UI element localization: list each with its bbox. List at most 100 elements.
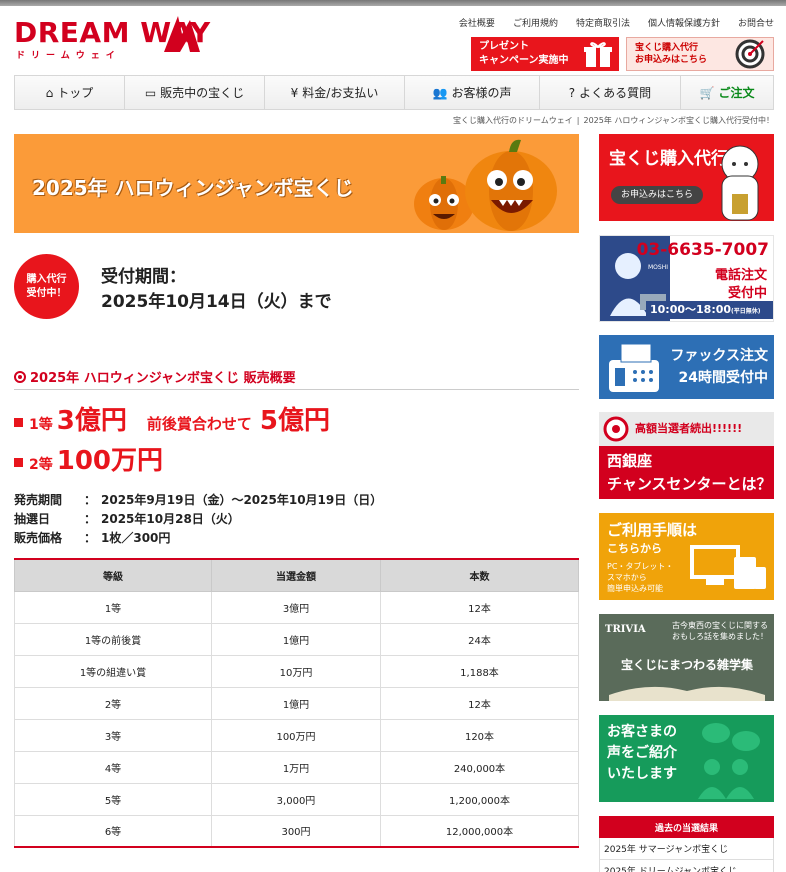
- sb2-hours-bar: 10:00～18:00(平日無休): [646, 301, 773, 319]
- sale-info: 発売期間 ： 2025年9月19日（金）～2025年10月19日（日） 抽選日 ： 20…: [14, 491, 382, 548]
- link-privacy[interactable]: 個人情報保護方針: [639, 16, 729, 29]
- cell-rank: 3等: [14, 718, 212, 752]
- nav-lottery-on-sale[interactable]: ▭ 販売中の宝くじ: [125, 76, 265, 109]
- sb5-line2: こちらから: [607, 542, 662, 555]
- card-icon: ▭: [144, 85, 157, 100]
- order-banner-line2: お申込みはこちら: [635, 55, 708, 65]
- sb4-line3: チャンスセンターとは？: [607, 475, 772, 493]
- info-row: 販売価格 ： 1枚／300円: [14, 529, 382, 548]
- sb2-line2: 受付中: [727, 286, 767, 301]
- logo-flame-mark: [164, 16, 200, 52]
- nav-voices[interactable]: 👥 お客様の声: [405, 76, 540, 109]
- sb5-line1: ご利用手順は: [607, 521, 698, 539]
- sidebar-trivia-banner[interactable]: TRIVIA 古今東西の宝くじに関する おもしろ話を集めました！ 宝くじにまつわ…: [599, 614, 774, 701]
- info-sep: ：: [84, 512, 97, 526]
- prize-1-line: 1等 3億円 前後賞合わせて 5億円: [14, 400, 330, 437]
- nav-order[interactable]: 🛒 ご注文: [681, 76, 773, 109]
- present-banner-line1: プレゼント: [479, 41, 529, 52]
- col-count-header: 本数: [380, 559, 579, 592]
- sb6-line3: 宝くじにまつわる雑学集: [621, 658, 754, 672]
- past-result-item[interactable]: 2025年 サマージャンボ宝くじ: [599, 838, 774, 860]
- pumpkin-icon: [414, 139, 557, 231]
- nav-faq[interactable]: ? よくある質問: [540, 76, 681, 109]
- present-campaign-banner[interactable]: プレゼント キャンペーン実施中: [471, 37, 619, 71]
- cell-count: 120本: [380, 718, 579, 752]
- link-commerce-law[interactable]: 特定商取引法: [567, 16, 639, 29]
- table-row: 1等の前後賞 1億円 24本: [14, 622, 579, 656]
- sidebar-order-banner[interactable]: 宝くじ購入代行 お申込みはこちら: [599, 134, 774, 221]
- cart-icon: 🛒: [699, 85, 715, 100]
- sb5-line5: 簡単申込み可能: [607, 584, 663, 593]
- info-sep: ：: [84, 493, 97, 507]
- info-row: 発売期間 ： 2025年9月19日（金）～2025年10月19日（日）: [14, 491, 382, 510]
- nav-top[interactable]: ⌂ トップ: [15, 76, 125, 109]
- order-application-banner[interactable]: 宝くじ購入代行 お申込みはこちら: [626, 37, 774, 71]
- hero-title: 2025年 ハロウィンジャンボ宝くじ: [32, 176, 354, 200]
- present-banner-line2: キャンペーン実施中: [479, 55, 569, 66]
- sb2-line1: 電話注文: [714, 268, 767, 283]
- table-row: 4等 1万円 240,000本: [14, 750, 579, 784]
- fax-icon: [609, 343, 659, 392]
- nav-voices-label: お客様の声: [451, 86, 512, 100]
- summary-heading-text: 2025年 ハロウィンジャンボ宝くじ 販売概要: [30, 371, 296, 386]
- cell-amount: 1億円: [211, 686, 381, 720]
- cell-amount: 1万円: [211, 750, 381, 784]
- summary-heading: 2025年 ハロウィンジャンボ宝くじ 販売概要: [14, 364, 579, 390]
- sidebar-howto-banner[interactable]: ご利用手順は こちらから PC・タブレット・ スマホから 簡単申込み可能: [599, 513, 774, 600]
- info-key: 販売価格: [14, 531, 63, 545]
- sidebar-fax-banner[interactable]: ファックス注文 24時間受付中: [599, 335, 774, 399]
- table-header-row: 等級 当選金額 本数: [14, 559, 579, 592]
- past-result-item[interactable]: 2025年 ドリームジャンボ宝くじ: [599, 860, 774, 872]
- cell-count: 1,200,000本: [380, 782, 579, 816]
- sidebar-phone-banner[interactable]: MOSHI 03-6635-7007 電話注文 受付中 10:00～18:00(…: [599, 235, 774, 322]
- cell-rank: 1等の前後賞: [14, 622, 212, 656]
- sidebar-voices-banner[interactable]: お客さまの 声をご紹介 いたします: [599, 715, 774, 802]
- gift-icon: [584, 42, 612, 67]
- cell-rank: 6等: [14, 814, 212, 848]
- sb6-line2: おもしろ話を集めました！: [672, 632, 768, 641]
- sb6-tag: TRIVIA: [605, 624, 646, 635]
- cell-amount: 3億円: [211, 590, 381, 624]
- devices-icon: [690, 545, 766, 589]
- cell-count: 24本: [380, 622, 579, 656]
- prize-1-total: 5億円: [259, 406, 330, 436]
- prize-1-note: 前後賞合わせて: [146, 415, 252, 433]
- cell-amount: 1億円: [211, 622, 381, 656]
- nav-faq-label: よくある質問: [579, 86, 652, 100]
- sb4-line2: 西銀座: [607, 452, 653, 470]
- site-header: DREAM WAY ドリームウェイ 会社概要 ご利用規約 特定商取引法 個人情報…: [0, 6, 786, 72]
- nav-fees[interactable]: ¥ 料金/お支払い: [265, 76, 405, 109]
- past-results-heading: 過去の当選結果: [599, 816, 774, 838]
- badge-line2: 受付中！: [26, 287, 67, 299]
- info-key: 抽選日: [14, 512, 51, 526]
- info-value: 2025年10月28日（火）: [101, 512, 240, 526]
- sb1-apply-button[interactable]: お申込みはこちら: [611, 186, 703, 204]
- nav-order-label: ご注文: [718, 86, 755, 100]
- hero-banner: 2025年 ハロウィンジャンボ宝くじ: [14, 134, 579, 233]
- link-contact[interactable]: お問合せ: [729, 16, 774, 29]
- prize-table: 等級 当選金額 本数 1等 3億円 12本 1等の前後賞 1億円 24本 1等の組違い賞…: [14, 558, 579, 848]
- col-amount-header: 当選金額: [211, 559, 381, 592]
- bullseye-icon: [14, 370, 26, 383]
- order-accepting-badge: 購入代行 受付中！: [14, 254, 79, 319]
- cell-rank: 4等: [14, 750, 212, 784]
- info-key: 発売期間: [14, 493, 63, 507]
- sb4-line1: 高額当選者続出!!!!!!: [635, 422, 743, 435]
- prize-1-amount: 3億円: [56, 406, 127, 436]
- sidebar-chance-center-banner[interactable]: 高額当選者続出!!!!!! 西銀座 チャンスセンターとは？: [599, 412, 774, 499]
- sb7-line2: 声をご紹介: [607, 745, 677, 761]
- cell-count: 12,000,000本: [380, 814, 579, 848]
- breadcrumb-current: 2025年 ハロウィンジャンボ宝くじ購入代行受付中！: [583, 116, 774, 125]
- cell-count: 1,188本: [380, 654, 579, 688]
- cell-rank: 1等の組違い賞: [14, 654, 212, 688]
- link-terms[interactable]: ご利用規約: [504, 16, 567, 29]
- home-icon: ⌂: [45, 85, 54, 100]
- square-bullet-icon: [14, 418, 23, 427]
- breadcrumb-home[interactable]: 宝くじ購入代行のドリームウェイ: [453, 116, 573, 125]
- book-icon: [609, 686, 765, 701]
- prize-2-amount: 100万円: [56, 446, 164, 476]
- target-icon: [735, 39, 765, 69]
- sb5-line3: PC・タブレット・: [607, 562, 674, 571]
- link-company[interactable]: 会社概要: [450, 16, 504, 29]
- logo-subtext: ドリームウェイ: [16, 51, 121, 61]
